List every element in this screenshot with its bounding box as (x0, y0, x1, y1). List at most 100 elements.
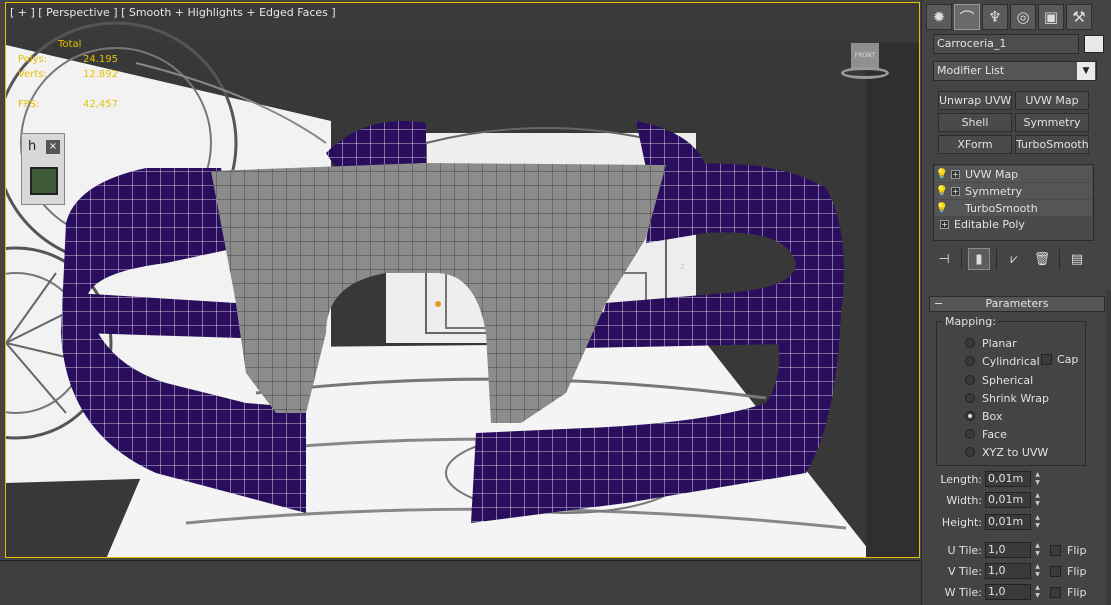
radio-label: Box (982, 409, 1003, 423)
expand-plus-icon[interactable]: + (951, 186, 960, 196)
symmetry-button[interactable]: Symmetry (1015, 113, 1089, 132)
v-tile-input[interactable]: 1,0 (985, 563, 1031, 579)
v-tile-spinner[interactable]: ▲ ▼ (1033, 563, 1042, 579)
hierarchy-tab-icon[interactable]: ♆ (982, 4, 1008, 30)
stack-item-label: TurboSmooth (965, 201, 1038, 215)
xform-button[interactable]: XForm (938, 135, 1012, 154)
radio-label: Spherical (982, 373, 1034, 387)
stack-item-label: UVW Map (965, 167, 1019, 181)
remove-modifier-trash-icon[interactable]: 🗑 (1031, 248, 1053, 270)
u-tile-spinner[interactable]: ▲ ▼ (1033, 542, 1042, 558)
chevron-down-icon[interactable]: ▼ (1077, 62, 1095, 80)
motion-tab-icon[interactable]: ◎ (1010, 4, 1036, 30)
width-spinner[interactable]: ▲ ▼ (1033, 492, 1042, 508)
w-flip-checkbox[interactable] (1050, 586, 1061, 598)
object-color-swatch[interactable] (1084, 35, 1104, 53)
radio-button-selected[interactable] (965, 411, 975, 421)
cap-checkbox[interactable] (1041, 354, 1052, 365)
viewcube-front-face[interactable]: FRONT (851, 43, 879, 69)
height-spinner[interactable]: ▲ ▼ (1033, 514, 1042, 530)
radio-planar[interactable]: Planar (965, 336, 1017, 350)
height-input[interactable]: 0,01m (985, 514, 1031, 530)
stack-item-symmetry[interactable]: 💡 + Symmetry (935, 183, 1092, 199)
lightbulb-icon[interactable]: 💡 (935, 169, 949, 180)
v-flip-row[interactable]: Flip (1050, 565, 1086, 578)
stack-item-uvw-map[interactable]: 💡 + UVW Map (935, 166, 1092, 182)
stack-item-turbosmooth[interactable]: 💡 TurboSmooth (935, 200, 1092, 216)
width-input[interactable]: 0,01m (985, 492, 1031, 508)
u-flip-row[interactable]: Flip (1050, 544, 1086, 557)
modify-tab-curve-icon[interactable]: ⌒ (954, 4, 980, 30)
object-cube-icon[interactable] (30, 167, 58, 195)
radio-button[interactable] (965, 356, 975, 366)
make-unique-icon[interactable]: ⩗ (1003, 248, 1025, 270)
radio-cylindrical[interactable]: Cylindrical (965, 354, 1040, 368)
stats-header: Total (58, 39, 82, 50)
pin-stack-icon[interactable]: ⊣ (933, 248, 955, 270)
lightbulb-icon[interactable]: 💡 (935, 186, 949, 197)
stack-item-editable-poly[interactable]: + Editable Poly (934, 216, 1093, 232)
widget-close-button[interactable]: × (46, 140, 60, 154)
v-tile-row: V Tile: 1,0 ▲ ▼ Flip (930, 562, 1086, 580)
modifier-list-dropdown[interactable]: Modifier List (933, 61, 1097, 81)
radio-shrink-wrap[interactable]: Shrink Wrap (965, 391, 1049, 405)
parameters-rollout-header[interactable]: − Parameters (929, 296, 1105, 312)
radio-label: XYZ to UVW (982, 445, 1049, 459)
u-tile-input[interactable]: 1,0 (985, 542, 1031, 558)
v-tile-label: V Tile: (948, 564, 982, 578)
w-tile-spinner[interactable]: ▲ ▼ (1033, 584, 1042, 600)
w-tile-input[interactable]: 1,0 (985, 584, 1031, 600)
lightbulb-icon[interactable]: 💡 (935, 203, 949, 214)
cap-checkbox-row[interactable]: Cap (1041, 353, 1078, 366)
radio-button[interactable] (965, 393, 975, 403)
shell-button[interactable]: Shell (938, 113, 1012, 132)
stats-fps-label: FPS: (18, 99, 40, 110)
w-flip-row[interactable]: Flip (1050, 586, 1086, 599)
u-flip-label: Flip (1067, 543, 1087, 557)
command-panel-tabs: ✹ ⌒ ♆ ◎ ▣ ⚒ (926, 4, 1092, 30)
turbosmooth-button[interactable]: TurboSmooth (1015, 135, 1089, 154)
viewport-label-menu[interactable]: [ + ] [ Perspective ] [ Smooth + Highlig… (10, 6, 336, 19)
u-tile-label: U Tile: (947, 543, 982, 557)
uvw-map-button[interactable]: UVW Map (1015, 91, 1089, 110)
stats-verts-label: Verts: (18, 69, 47, 80)
width-row: Width: 0,01m ▲ ▼ (930, 491, 1042, 509)
utilities-tab-hammer-icon[interactable]: ⚒ (1066, 4, 1092, 30)
parameters-title: Parameters (985, 297, 1049, 310)
radio-button[interactable] (965, 429, 975, 439)
unwrap-uvw-button[interactable]: Unwrap UVW (938, 91, 1012, 110)
radio-box[interactable]: Box (965, 409, 1002, 423)
radio-button[interactable] (965, 375, 975, 385)
expand-plus-icon[interactable]: + (951, 169, 960, 179)
floating-widget[interactable]: h × (21, 133, 65, 205)
height-label: Height: (941, 515, 982, 529)
w-tile-label: W Tile: (944, 585, 982, 599)
create-tab-sun-icon[interactable]: ✹ (926, 4, 952, 30)
object-name-field[interactable]: Carroceria_1 (933, 34, 1079, 54)
width-label: Width: (946, 493, 982, 507)
collapse-minus-icon[interactable]: − (934, 297, 943, 311)
radio-spherical[interactable]: Spherical (965, 373, 1033, 387)
viewcube[interactable]: FRONT (841, 43, 889, 79)
panel-scrollbar[interactable] (1106, 290, 1111, 605)
length-input[interactable]: 0,01m (985, 471, 1031, 487)
radio-xyz-to-uvw[interactable]: XYZ to UVW (965, 445, 1048, 459)
scene-render[interactable]: z (6, 3, 920, 558)
length-spinner[interactable]: ▲ ▼ (1033, 471, 1042, 487)
stats-verts: Verts: 12.892 (18, 67, 118, 82)
length-label: Length: (940, 472, 982, 486)
display-tab-icon[interactable]: ▣ (1038, 4, 1064, 30)
v-flip-label: Flip (1067, 564, 1087, 578)
viewcube-compass-ring[interactable] (841, 67, 889, 79)
stats-fps-value: 42,457 (83, 99, 118, 110)
configure-sets-icon[interactable]: ▤ (1066, 248, 1088, 270)
v-flip-checkbox[interactable] (1050, 565, 1061, 577)
u-flip-checkbox[interactable] (1050, 544, 1061, 556)
viewport-perspective[interactable]: z [ + ] [ Perspective ] [ Smooth + Highl… (5, 2, 920, 558)
radio-face[interactable]: Face (965, 427, 1007, 441)
expand-plus-icon[interactable]: + (940, 219, 949, 229)
radio-button[interactable] (965, 447, 975, 457)
show-end-result-icon[interactable]: ▮ (968, 248, 990, 270)
radio-button[interactable] (965, 338, 975, 348)
mapping-label: Mapping: (943, 315, 998, 328)
